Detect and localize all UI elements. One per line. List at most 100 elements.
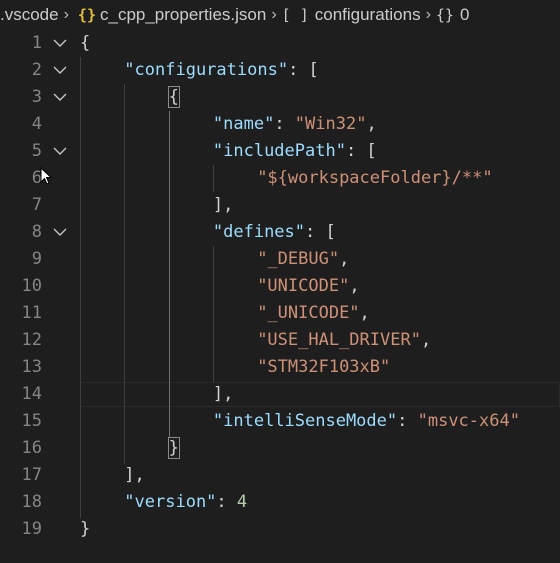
breadcrumb-item[interactable]: {} 0 (436, 5, 470, 25)
code-line[interactable]: 17], (0, 462, 560, 489)
punctuation: : (397, 411, 418, 431)
chevron-right-icon: › (63, 6, 69, 23)
line-number: 5 (31, 141, 42, 161)
json-key: "version" (124, 492, 217, 512)
bracket-token: { (80, 33, 91, 53)
line-number: 1 (31, 33, 42, 53)
string-value: "_DEBUG" (257, 249, 340, 269)
code-line[interactable]: 13 "STM32F103xB" (0, 354, 560, 381)
code-content: "includePath": [ (213, 138, 377, 165)
code-line[interactable]: 18 "version": 4 (0, 489, 560, 516)
bracket-token: { (167, 86, 180, 108)
bracket-token: } (167, 437, 180, 459)
code-line[interactable]: 1{ (0, 30, 560, 57)
punctuation: : (274, 114, 295, 134)
code-line[interactable]: 19} (0, 516, 560, 543)
json-key: "configurations" (124, 60, 289, 80)
code-line[interactable]: 11 "_UNICODE", (0, 300, 560, 327)
code-line[interactable]: 6 "${workspaceFolder}/**" (0, 165, 560, 192)
code-line[interactable]: 16} (0, 435, 560, 462)
comma: , (359, 303, 370, 323)
json-key: "includePath" (212, 141, 346, 161)
code-line[interactable]: 3{ (0, 84, 560, 111)
line-number: 2 (31, 60, 42, 80)
code-content: } (167, 435, 180, 462)
line-number: 19 (21, 519, 42, 539)
breadcrumb-folder-label: .vscode (0, 5, 59, 24)
breadcrumb-file-label: c_cpp_properties.json (99, 5, 267, 24)
line-number: 9 (31, 249, 42, 269)
code-content: "defines": [ (213, 219, 336, 246)
code-editor[interactable]: 1{2 "configurations": [3{4 "name": "Win32"… (0, 30, 560, 563)
line-number: 6 (31, 168, 42, 188)
code-content: "UNICODE", (257, 273, 359, 300)
code-line[interactable]: 9 "_DEBUG", (0, 246, 560, 273)
line-number: 13 (21, 357, 42, 377)
string-value: "msvc-x64" (417, 411, 520, 431)
code-content: ], (213, 381, 233, 408)
object-symbol-icon: {} (435, 6, 454, 24)
code-line[interactable]: 4 "name": "Win32", (0, 111, 560, 138)
chevron-right-icon: › (425, 6, 431, 23)
line-number: 7 (31, 195, 42, 215)
chevron-right-icon: › (271, 6, 277, 23)
json-key: "defines" (212, 222, 306, 242)
line-number: 10 (21, 276, 42, 296)
line-number: 12 (21, 330, 42, 350)
code-content: "${workspaceFolder}/**" (257, 165, 492, 192)
comma: , (366, 114, 377, 134)
line-number: 15 (21, 411, 42, 431)
chevron-down-icon[interactable] (52, 30, 70, 57)
code-content: "_DEBUG", (257, 246, 349, 273)
code-content: ], (124, 462, 144, 489)
chevron-down-icon[interactable] (52, 57, 70, 84)
code-content: "STM32F103xB" (257, 354, 390, 381)
code-line[interactable]: 15 "intelliSenseMode": "msvc-x64" (0, 408, 560, 435)
line-number: 3 (31, 87, 42, 107)
line-number: 8 (31, 222, 42, 242)
chevron-down-icon[interactable] (52, 138, 70, 165)
code-line[interactable]: 8 "defines": [ (0, 219, 560, 246)
code-line[interactable]: 5 "includePath": [ (0, 138, 560, 165)
punctuation: : [ (305, 222, 336, 242)
mouse-pointer-icon (40, 166, 53, 189)
code-line[interactable]: 10 "UNICODE", (0, 273, 560, 300)
comma: , (420, 330, 432, 350)
code-content: "name": "Win32", (213, 111, 377, 138)
code-content: { (80, 30, 90, 57)
breadcrumb: .vscode › {} c_cpp_properties.json › [ ]… (0, 0, 560, 30)
bracket-token: ], (212, 195, 234, 215)
code-content: "configurations": [ (124, 57, 318, 84)
line-number: 17 (21, 465, 42, 485)
line-number: 18 (21, 492, 42, 512)
json-key: "name" (212, 114, 275, 134)
line-number: 16 (21, 438, 42, 458)
json-key: "intelliSenseMode" (212, 411, 398, 431)
code-line[interactable]: 7], (0, 192, 560, 219)
bracket-token: ], (212, 384, 234, 404)
bracket-token: ], (124, 465, 145, 485)
string-value: "STM32F103xB" (257, 357, 391, 377)
comma: , (349, 276, 360, 296)
chevron-down-icon[interactable] (52, 219, 70, 246)
code-content: } (80, 516, 90, 543)
breadcrumb-file[interactable]: {} c_cpp_properties.json (74, 5, 266, 25)
line-number: 11 (21, 303, 42, 323)
chevron-down-icon[interactable] (52, 84, 70, 111)
bracket-token: } (80, 519, 91, 539)
number-value: 4 (236, 492, 248, 512)
code-content: ], (213, 192, 233, 219)
string-value: "USE_HAL_DRIVER" (257, 330, 421, 350)
code-line[interactable]: 14], (0, 381, 560, 408)
array-symbol-icon: [ ] (281, 6, 309, 24)
code-line[interactable]: 2 "configurations": [ (0, 57, 560, 84)
breadcrumb-section[interactable]: [ ] configurations (282, 5, 421, 25)
breadcrumb-section-label: configurations (314, 5, 421, 24)
code-content: "_UNICODE", (257, 300, 370, 327)
breadcrumb-item-label: 0 (459, 5, 470, 24)
punctuation: : (216, 492, 237, 512)
code-line[interactable]: 12 "USE_HAL_DRIVER", (0, 327, 560, 354)
breadcrumb-folder[interactable]: .vscode (0, 5, 59, 25)
code-content: { (167, 84, 180, 111)
string-value: "_UNICODE" (257, 303, 360, 323)
